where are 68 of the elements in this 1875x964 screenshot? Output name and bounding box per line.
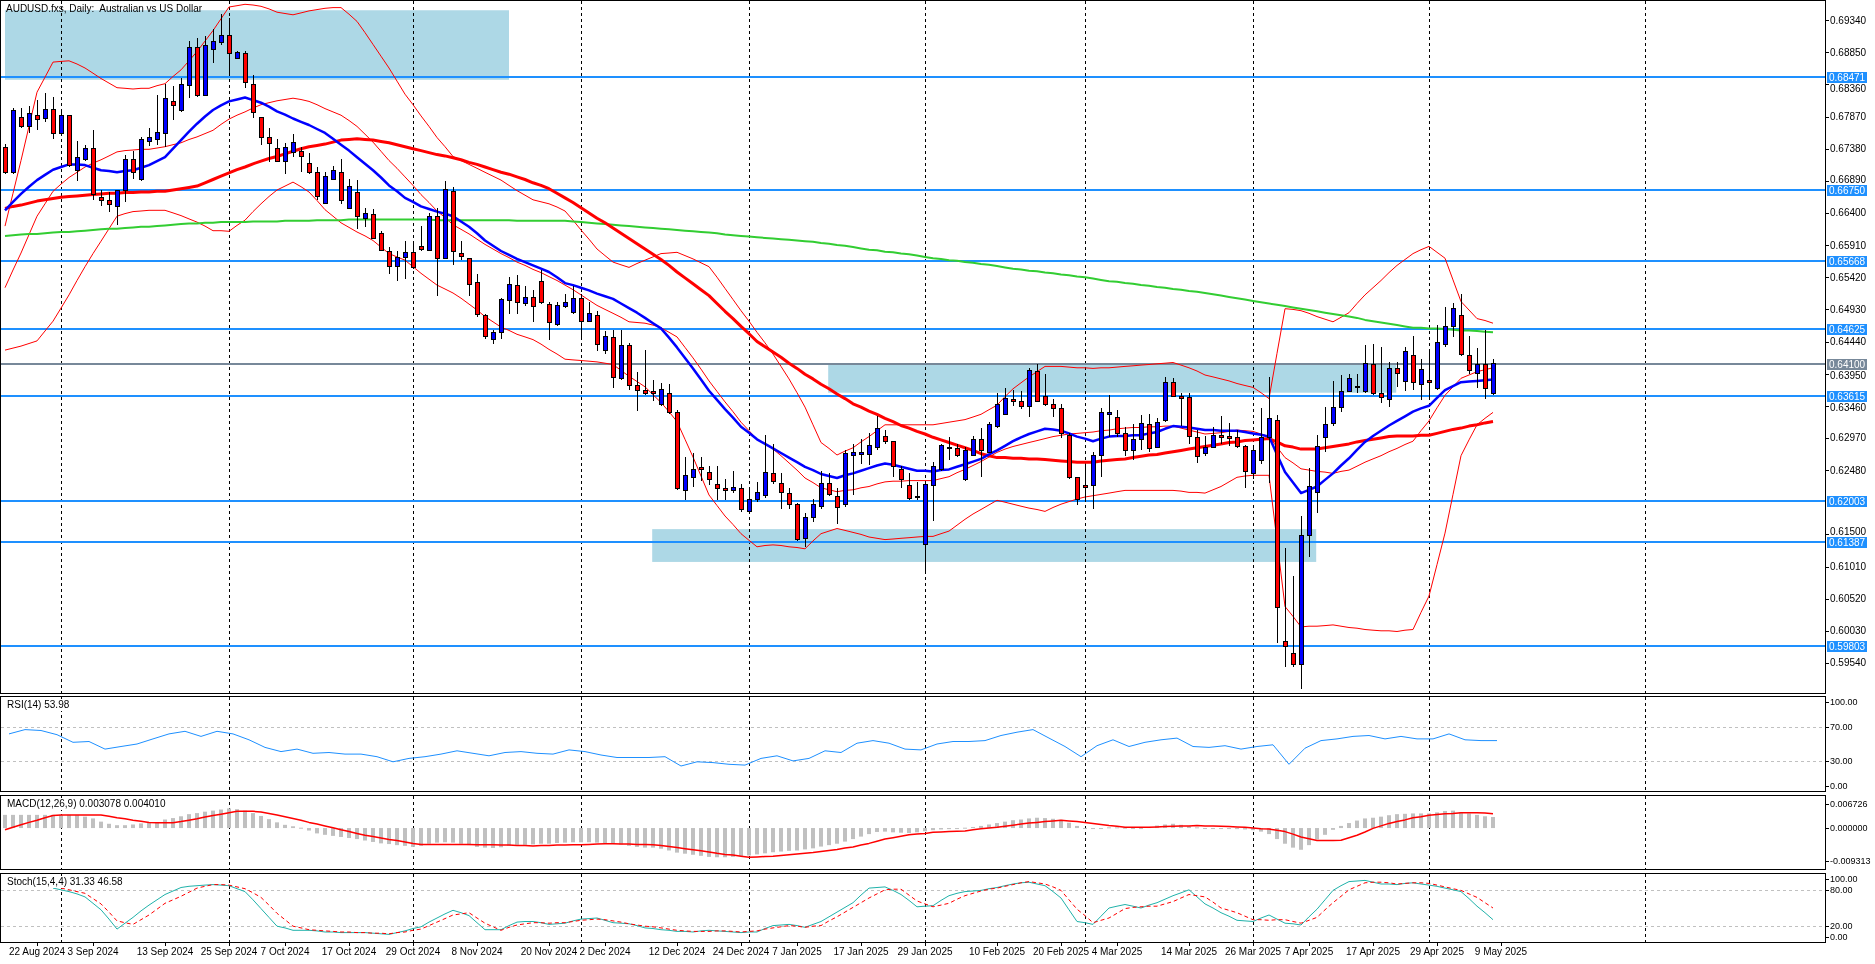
date-axis-label: 24 Dec 2024 — [712, 946, 770, 958]
price-axis-label: 0.59540 — [1830, 657, 1867, 669]
indicator-label: MACD(12,26,9) 0.003078 0.004010 — [5, 798, 168, 810]
price-axis-label: 0.61010 — [1830, 561, 1867, 572]
date-axis-label: 22 Aug 2024 — [8, 946, 66, 958]
price-axis-label: 0.62480 — [1830, 464, 1867, 476]
chart-title: AUDUSD.fxs, Daily: Australian vs US Dollar — [6, 3, 203, 15]
date-axis-label: 20 Nov 2024 — [520, 946, 578, 958]
date-axis-label: 17 Oct 2024 — [321, 946, 377, 958]
date-axis-label: 7 Jan 2025 — [772, 946, 822, 958]
date-axis-label: 14 Mar 2025 — [1160, 946, 1218, 958]
price-axis-label: 0.68850 — [1830, 46, 1867, 58]
indicator-axis-label: 0.000000 — [1830, 823, 1868, 834]
price-level-label: 0.66750 — [1827, 184, 1868, 196]
date-axis-label: 7 Apr 2025 — [1284, 946, 1334, 958]
indicator-axis-label: 0.00 — [1830, 932, 1848, 943]
price-axis-label: 0.62970 — [1830, 432, 1867, 444]
date-axis-label: 3 Sep 2024 — [67, 946, 119, 958]
price-axis-label: 0.68360 — [1830, 82, 1867, 94]
price-level-label: 0.64625 — [1827, 323, 1868, 335]
date-axis-label: 8 Nov 2024 — [451, 946, 503, 958]
price-axis-label: 0.64930 — [1830, 303, 1867, 315]
date-axis-label: 17 Jan 2025 — [833, 946, 889, 958]
date-axis-label: 13 Sep 2024 — [136, 946, 194, 958]
indicator-axis-label: -0.009313 — [1830, 856, 1871, 867]
indicator-label: Stoch(15,4,4) 31.33 46.58 — [5, 876, 125, 888]
date-axis-label: 29 Oct 2024 — [385, 946, 441, 958]
indicator-axis-label: 70.00 — [1830, 722, 1853, 733]
price-axis-label: 0.65420 — [1830, 271, 1867, 283]
date-axis-label: 17 Apr 2025 — [1346, 946, 1400, 958]
price-axis-label: 0.65910 — [1830, 239, 1867, 251]
price-axis-label: 0.60030 — [1830, 625, 1867, 637]
indicator-axis-label: 0.006726 — [1830, 799, 1868, 810]
price-axis-label: 0.61500 — [1830, 525, 1867, 537]
price-level-label: 0.68471 — [1827, 71, 1868, 83]
date-axis-label: 7 Oct 2024 — [260, 946, 310, 958]
indicator-label: RSI(14) 53.98 — [5, 699, 72, 711]
indicator-axis-label: 80.00 — [1830, 885, 1853, 896]
indicator-axis-label: 100.00 — [1830, 696, 1858, 707]
price-level-label: 0.64100 — [1827, 358, 1868, 370]
date-axis-label: 12 Dec 2024 — [648, 946, 706, 958]
price-level-label: 0.61387 — [1827, 536, 1868, 548]
date-axis-label: 25 Sep 2024 — [200, 946, 258, 958]
date-axis-label: 26 Mar 2025 — [1224, 946, 1282, 958]
date-axis-label: 9 May 2025 — [1474, 946, 1528, 958]
price-axis-label: 0.63950 — [1830, 369, 1867, 381]
date-axis-label: 4 Mar 2025 — [1091, 946, 1143, 958]
price-level-label: 0.59803 — [1827, 640, 1868, 652]
price-axis-label: 0.66890 — [1830, 173, 1867, 185]
price-axis-label: 0.63460 — [1830, 401, 1867, 413]
date-axis-label: 10 Feb 2025 — [968, 946, 1026, 958]
price-level-label: 0.63615 — [1827, 390, 1868, 402]
indicator-axis-label: 100.00 — [1830, 873, 1858, 884]
date-axis-label: 29 Apr 2025 — [1410, 946, 1464, 958]
price-axis-label: 0.64440 — [1830, 336, 1867, 347]
price-level-label: 0.62003 — [1827, 495, 1868, 507]
price-axis-label: 0.66400 — [1830, 207, 1867, 219]
price-axis-label: 0.67380 — [1830, 143, 1867, 155]
price-axis-label: 0.60520 — [1830, 593, 1867, 605]
indicator-axis-label: 30.00 — [1830, 755, 1853, 766]
indicator-axis-label: 20.00 — [1830, 920, 1853, 931]
date-axis-label: 2 Dec 2024 — [579, 946, 631, 958]
price-axis-label: 0.67870 — [1830, 111, 1867, 122]
date-axis-label: 20 Feb 2025 — [1032, 946, 1090, 958]
price-level-label: 0.65668 — [1827, 255, 1868, 267]
indicator-axis-label: 0.00 — [1830, 781, 1848, 792]
price-axis-label: 0.69340 — [1830, 14, 1867, 26]
date-axis-label: 29 Jan 2025 — [897, 946, 953, 958]
